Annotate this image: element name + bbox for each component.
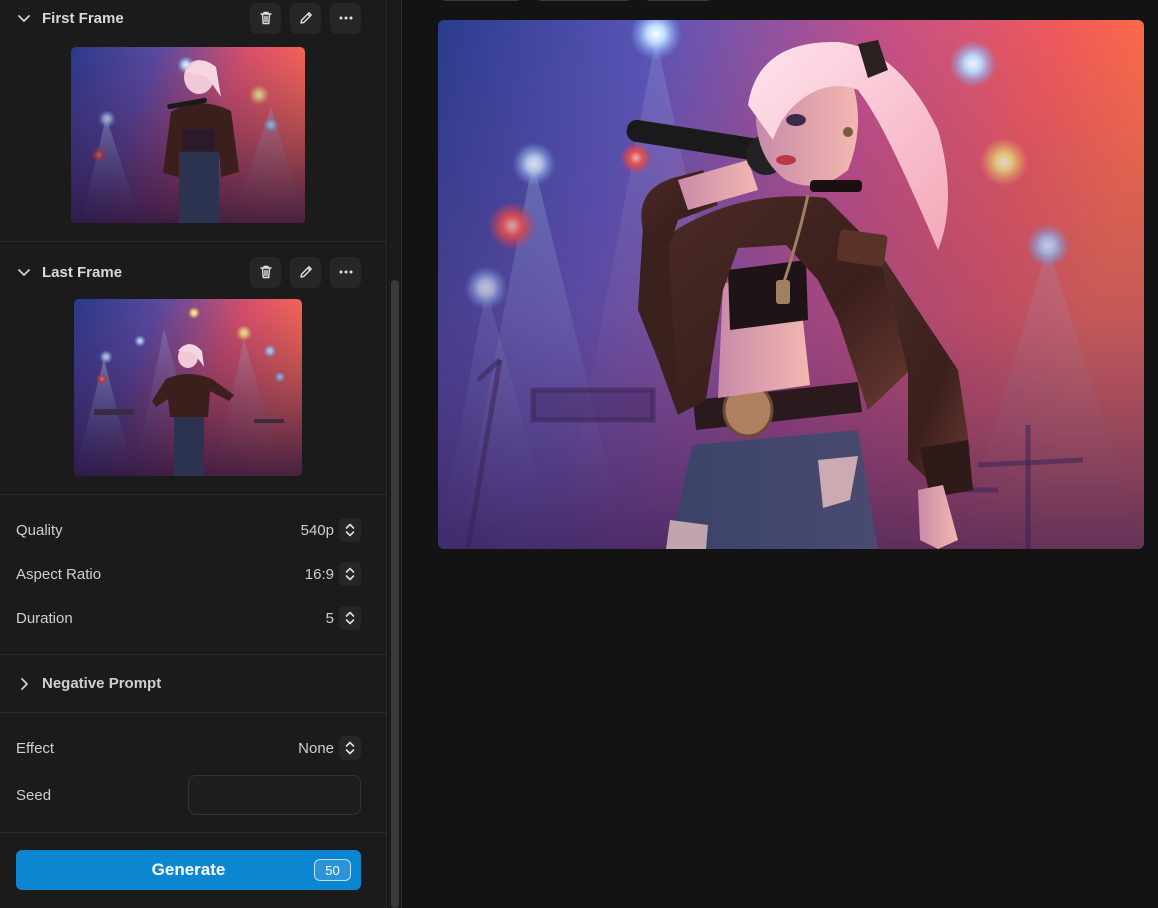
last-frame-thumbnail[interactable] xyxy=(74,299,302,476)
toolbar-button[interactable] xyxy=(440,0,522,1)
trash-icon xyxy=(259,11,272,25)
last-frame-section: Last Frame xyxy=(0,242,387,495)
more-first-frame-button[interactable] xyxy=(330,2,361,34)
aspect-ratio-label: Aspect Ratio xyxy=(16,565,102,583)
negative-prompt-label: Negative Prompt xyxy=(42,675,162,692)
effect-setting[interactable]: Effect None xyxy=(0,733,387,763)
generate-button[interactable]: Generate 50 xyxy=(16,850,361,890)
chevron-down-icon[interactable] xyxy=(16,264,32,280)
duration-label: Duration xyxy=(16,609,73,627)
toolbar-button[interactable] xyxy=(644,0,713,1)
effect-selector[interactable] xyxy=(339,736,361,760)
delete-first-frame-button[interactable] xyxy=(250,2,281,34)
pencil-icon xyxy=(299,266,312,278)
credit-cost-badge: 50 xyxy=(314,859,351,881)
advanced-settings: Effect None Seed xyxy=(0,713,387,833)
more-horizontal-icon xyxy=(339,270,352,274)
seed-label: Seed xyxy=(16,786,52,804)
duration-selector[interactable] xyxy=(339,606,361,630)
quality-setting[interactable]: Quality 540p xyxy=(0,515,387,545)
pencil-icon xyxy=(299,12,312,24)
sidebar-scrollbar[interactable] xyxy=(388,0,402,908)
first-frame-header[interactable]: First Frame xyxy=(0,0,387,36)
sidebar-scrollbar-thumb[interactable] xyxy=(391,280,399,908)
up-down-chevron-icon xyxy=(345,741,355,755)
quality-selector[interactable] xyxy=(339,518,361,542)
more-last-frame-button[interactable] xyxy=(330,256,361,288)
trash-icon xyxy=(259,265,272,279)
generation-settings: Quality 540p Aspect Ratio 16:9 Duration … xyxy=(0,495,387,655)
toolbar-button[interactable] xyxy=(535,0,632,1)
last-frame-title: Last Frame xyxy=(42,263,123,281)
delete-last-frame-button[interactable] xyxy=(250,256,281,288)
edit-first-frame-button[interactable] xyxy=(290,2,321,34)
up-down-chevron-icon xyxy=(345,611,355,625)
first-frame-section: First Frame xyxy=(0,0,387,242)
seed-input[interactable] xyxy=(188,775,361,815)
aspect-ratio-value[interactable]: 16:9 xyxy=(305,566,334,583)
settings-sidebar: First Frame Last Frame Quality 540p Aspe… xyxy=(0,0,387,908)
last-frame-header[interactable]: Last Frame xyxy=(0,254,387,290)
effect-value[interactable]: None xyxy=(298,740,334,757)
quality-value[interactable]: 540p xyxy=(301,522,334,539)
duration-value[interactable]: 5 xyxy=(326,610,334,627)
chevron-down-icon[interactable] xyxy=(16,10,32,26)
generate-label: Generate xyxy=(151,860,226,879)
duration-setting[interactable]: Duration 5 xyxy=(0,603,387,633)
chevron-right-icon[interactable] xyxy=(16,676,32,692)
up-down-chevron-icon xyxy=(345,523,355,537)
effect-label: Effect xyxy=(16,739,55,757)
preview-image[interactable] xyxy=(438,20,1144,549)
negative-prompt-toggle[interactable]: Negative Prompt xyxy=(0,655,387,713)
aspect-ratio-setting[interactable]: Aspect Ratio 16:9 xyxy=(0,559,387,589)
aspect-ratio-selector[interactable] xyxy=(339,562,361,586)
first-frame-title: First Frame xyxy=(42,9,124,27)
more-horizontal-icon xyxy=(339,16,352,20)
quality-label: Quality xyxy=(16,521,63,539)
first-frame-thumbnail[interactable] xyxy=(71,47,305,223)
up-down-chevron-icon xyxy=(345,567,355,581)
edit-last-frame-button[interactable] xyxy=(290,256,321,288)
